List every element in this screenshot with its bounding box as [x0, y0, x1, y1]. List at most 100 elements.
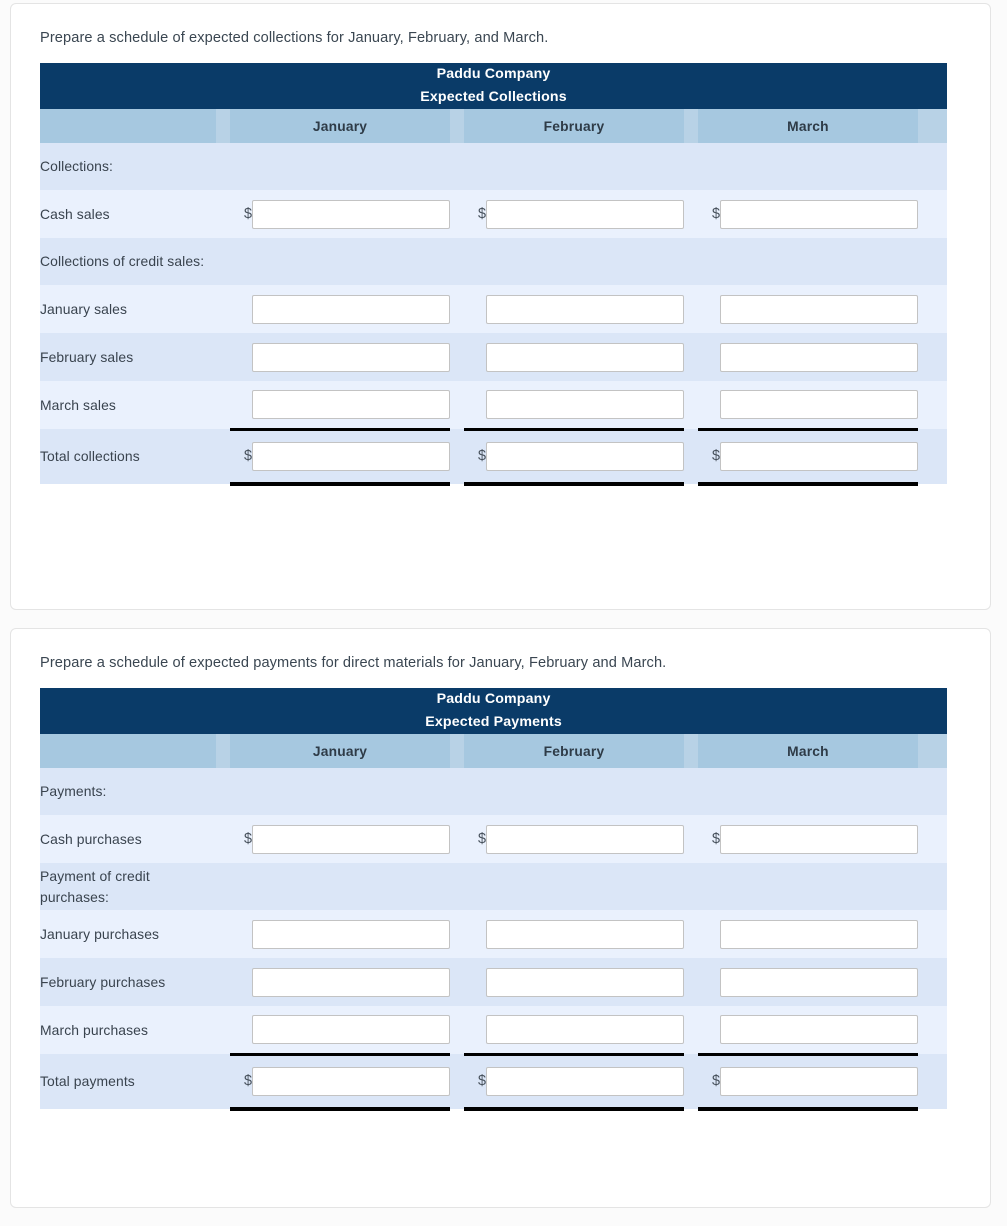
amount-cell[interactable] [720, 381, 918, 429]
amount-input[interactable] [720, 342, 918, 372]
amount-input[interactable] [252, 342, 450, 372]
row-gap [450, 333, 464, 381]
amount-input[interactable] [486, 824, 684, 854]
amount-cell[interactable] [720, 1052, 918, 1111]
amount-cell[interactable] [252, 910, 450, 958]
amount-cell[interactable] [486, 333, 684, 381]
currency-symbol [230, 910, 252, 958]
amount-cell[interactable] [486, 815, 684, 863]
month-header-row: January February March [40, 734, 948, 768]
currency-symbol: $ [230, 815, 252, 863]
amount-input[interactable] [720, 199, 918, 229]
currency-symbol [230, 285, 252, 333]
table-row: Collections: [40, 143, 948, 190]
amount-cell[interactable] [252, 1052, 450, 1111]
statement-name: Expected Collections [420, 89, 567, 105]
amount-cell[interactable] [252, 190, 450, 238]
amount-cell[interactable] [720, 958, 918, 1006]
currency-symbol: $ [464, 427, 486, 486]
amount-cell[interactable] [720, 910, 918, 958]
amount-input[interactable] [252, 389, 450, 419]
row-gap [918, 333, 948, 381]
amount-cell[interactable] [486, 1006, 684, 1054]
empty-cell [698, 238, 918, 285]
amount-cell[interactable] [486, 190, 684, 238]
amount-input[interactable] [252, 967, 450, 997]
header-blank-cell [40, 109, 216, 143]
amount-cell[interactable] [486, 381, 684, 429]
amount-cell[interactable] [252, 381, 450, 429]
table-title-row: Paddu Company Expected Payments [40, 688, 948, 734]
amount-input[interactable] [252, 919, 450, 949]
amount-input[interactable] [486, 1014, 684, 1044]
currency-symbol [230, 958, 252, 1006]
amount-cell[interactable] [252, 333, 450, 381]
amount-cell[interactable] [720, 190, 918, 238]
currency-symbol [464, 333, 486, 381]
amount-input[interactable] [720, 1066, 918, 1096]
row-gap [918, 768, 948, 815]
amount-cell[interactable] [486, 285, 684, 333]
amount-input[interactable] [486, 967, 684, 997]
empty-cell [464, 863, 684, 910]
amount-input[interactable] [252, 294, 450, 324]
row-gap [918, 815, 948, 863]
amount-input[interactable] [252, 441, 450, 471]
amount-cell[interactable] [486, 910, 684, 958]
row-gap [684, 429, 698, 484]
amount-input[interactable] [720, 1014, 918, 1044]
row-label: March sales [40, 381, 216, 429]
amount-input[interactable] [720, 294, 918, 324]
amount-input[interactable] [486, 1066, 684, 1096]
amount-cell[interactable] [252, 427, 450, 486]
amount-cell[interactable] [486, 427, 684, 486]
amount-cell[interactable] [486, 1052, 684, 1111]
amount-input[interactable] [252, 824, 450, 854]
row-gap [450, 910, 464, 958]
amount-input[interactable] [720, 967, 918, 997]
amount-input[interactable] [720, 824, 918, 854]
row-gap [918, 143, 948, 190]
amount-cell[interactable] [720, 333, 918, 381]
amount-cell[interactable] [252, 815, 450, 863]
currency-symbol: $ [698, 815, 720, 863]
empty-cell [230, 863, 450, 910]
table-row: Payments: [40, 768, 948, 815]
amount-cell[interactable] [252, 1006, 450, 1054]
amount-input[interactable] [252, 1066, 450, 1096]
row-gap [216, 238, 230, 285]
row-gap [216, 190, 230, 238]
table-row: February sales [40, 333, 948, 381]
amount-input[interactable] [486, 342, 684, 372]
amount-cell[interactable] [720, 427, 918, 486]
amount-input[interactable] [252, 1014, 450, 1044]
header-gap [450, 109, 464, 143]
amount-cell[interactable] [252, 958, 450, 1006]
table-title-row: Paddu Company Expected Collections [40, 63, 948, 109]
amount-cell[interactable] [720, 1006, 918, 1054]
amount-input[interactable] [486, 441, 684, 471]
amount-cell[interactable] [252, 285, 450, 333]
table-row: Total collections $ $ $ [40, 427, 948, 486]
amount-input[interactable] [486, 919, 684, 949]
amount-input[interactable] [486, 294, 684, 324]
row-gap [216, 768, 230, 815]
amount-cell[interactable] [720, 285, 918, 333]
row-gap [450, 958, 464, 1006]
amount-input[interactable] [720, 389, 918, 419]
row-gap [450, 190, 464, 238]
amount-input[interactable] [720, 441, 918, 471]
amount-cell[interactable] [486, 958, 684, 1006]
row-label: Payments: [40, 768, 216, 815]
row-gap [918, 429, 948, 484]
amount-input[interactable] [720, 919, 918, 949]
amount-input[interactable] [486, 199, 684, 229]
row-label: Collections: [40, 143, 216, 190]
row-gap [450, 768, 464, 815]
amount-input[interactable] [486, 389, 684, 419]
amount-input[interactable] [252, 199, 450, 229]
amount-cell[interactable] [720, 815, 918, 863]
company-title: Paddu Company Expected Collections [40, 63, 948, 109]
row-label: Collections of credit sales: [40, 238, 216, 285]
currency-symbol: $ [464, 1052, 486, 1111]
